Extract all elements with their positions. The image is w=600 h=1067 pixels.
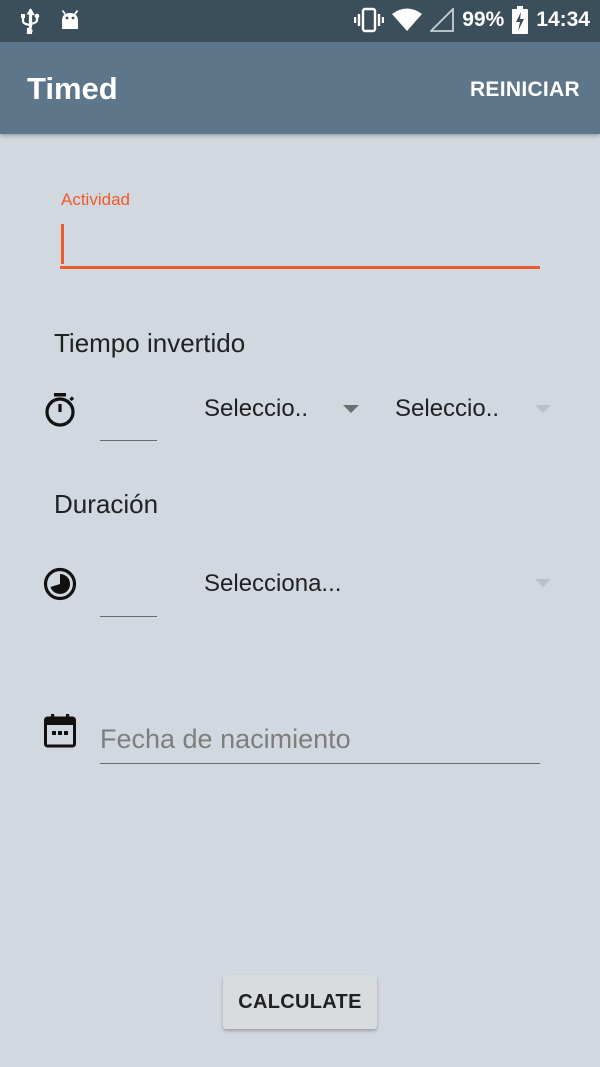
calculate-button[interactable]: CALCULATE: [223, 975, 377, 1029]
duration-title: Duración: [54, 489, 159, 519]
reset-button[interactable]: REINICIAR: [470, 78, 580, 102]
status-bar: 99% 14:34: [0, 0, 600, 42]
usb-icon: [18, 8, 42, 34]
time-spent-amount-input[interactable]: [100, 400, 157, 440]
stopwatch-icon: [43, 392, 77, 433]
timelapse-icon: [43, 567, 77, 606]
battery-charging-icon: [512, 6, 529, 34]
status-left-icons: [18, 8, 82, 34]
battery-percent: 99%: [462, 8, 505, 31]
status-time: 14:34: [536, 8, 590, 31]
app-bar: Timed REINICIAR: [0, 42, 600, 134]
text-cursor: [61, 224, 64, 264]
duration-amount-underline: [100, 616, 157, 617]
android-debug-icon: [58, 9, 82, 33]
chevron-down-icon: [535, 405, 551, 413]
calendar-icon: [44, 714, 76, 753]
time-spent-amount-underline: [100, 440, 157, 441]
status-right: 99% 14:34: [354, 6, 590, 34]
time-spent-frequency-value: Seleccio..: [395, 395, 500, 422]
birth-date-input[interactable]: [100, 715, 540, 764]
chevron-down-icon: [343, 405, 359, 413]
chevron-down-icon: [535, 579, 551, 587]
vibrate-icon: [354, 7, 385, 33]
app-title: Timed: [27, 71, 118, 106]
time-spent-unit-value: Seleccio..: [204, 395, 309, 422]
no-signal-icon: [430, 8, 455, 32]
duration-amount-input[interactable]: [100, 576, 157, 616]
wifi-icon: [392, 8, 423, 32]
duration-unit-value: Selecciona...: [204, 570, 342, 597]
activity-label: Actividad: [61, 190, 130, 209]
activity-input[interactable]: [60, 222, 540, 269]
time-spent-title: Tiempo invertido: [54, 328, 246, 358]
